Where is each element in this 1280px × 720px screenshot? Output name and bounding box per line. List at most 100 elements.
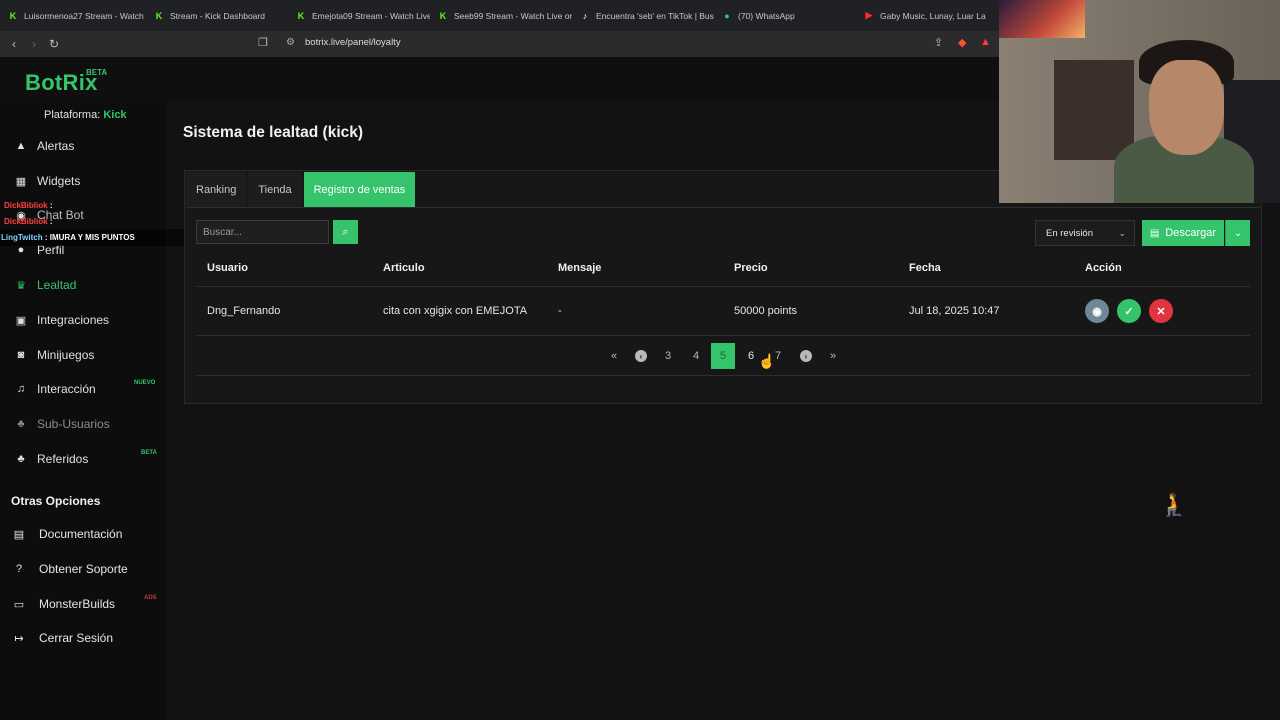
table-row-divider xyxy=(196,335,1250,336)
tab-tienda[interactable]: Tienda xyxy=(248,172,302,208)
option-obtener-soporte[interactable]: ? Obtener Soporte xyxy=(0,554,166,584)
option-monsterbuilds[interactable]: ▭ MonsterBuilds xyxy=(0,589,166,619)
chevron-left-icon: ‹ xyxy=(635,350,647,362)
search-button[interactable]: ⌕ xyxy=(333,220,358,244)
browser-tab[interactable]: ♪ Encuentra 'seb' en TikTok | Bus xyxy=(572,0,714,31)
table-header-divider xyxy=(196,286,1250,287)
cell-fecha: Jul 18, 2025 10:47 xyxy=(909,305,1000,317)
platform-label: Plataforma: Kick xyxy=(44,109,127,121)
webcam-shelf xyxy=(1054,60,1134,160)
reload-icon[interactable]: ↻ xyxy=(44,37,64,51)
question-icon: ? xyxy=(15,563,23,575)
sidebar-item-referidos[interactable]: ♣ Referidos xyxy=(0,444,166,474)
cell-precio: 50000 points xyxy=(734,305,797,317)
search-icon: ⌕ xyxy=(342,225,349,238)
music-icon: ♫ xyxy=(16,383,26,395)
users-icon: ♣ xyxy=(17,453,25,465)
chat-message: LingTwitch : IMURA Y MIS PUNTOS xyxy=(1,233,135,242)
first-page-button[interactable]: « xyxy=(602,343,626,369)
share-icon[interactable]: ⇪ xyxy=(934,36,943,49)
ads-badge: ADS xyxy=(144,595,157,601)
users-icon: ♣ xyxy=(17,418,25,430)
search-input[interactable]: Buscar... xyxy=(196,220,329,244)
double-chevron-right-icon: » xyxy=(829,350,837,362)
cell-articulo: cita con xgigix con EMEJOTA xyxy=(383,305,528,317)
tab-ranking[interactable]: Ranking xyxy=(186,172,247,208)
gamepad-icon: ◙ xyxy=(17,349,25,361)
cell-mensaje: - xyxy=(558,305,562,317)
prev-page-button[interactable]: ‹ xyxy=(629,343,653,369)
webcam-person-face xyxy=(1149,60,1224,155)
beta-badge: BETA xyxy=(141,450,157,456)
eye-icon: ◉ xyxy=(1092,305,1102,318)
youtube-icon: ▶ xyxy=(865,10,873,20)
browser-tab[interactable]: K Stream - Kick Dashboard xyxy=(146,0,288,31)
browser-tab[interactable]: ● (70) WhatsApp xyxy=(714,0,856,31)
sitting-figure-sticker-icon: 🧎 xyxy=(1160,492,1188,517)
logout-icon: ↦ xyxy=(14,632,24,645)
sidebar-item-interaccion[interactable]: ♫ Interacción xyxy=(0,374,166,404)
browser-tab[interactable]: K Seeb99 Stream - Watch Live or xyxy=(430,0,572,31)
new-badge: NUEVO xyxy=(134,380,156,386)
kick-icon: K xyxy=(9,10,17,21)
sidebar-item-sub-usuarios[interactable]: ♣ Sub-Usuarios xyxy=(0,409,166,439)
page-button[interactable]: 4 xyxy=(684,343,708,369)
option-documentacion[interactable]: ▤ Documentación xyxy=(0,519,166,549)
page-button[interactable]: 3 xyxy=(656,343,680,369)
chevron-right-icon: › xyxy=(800,350,812,362)
reject-button[interactable]: ✕ xyxy=(1149,299,1173,323)
column-header-usuario: Usuario xyxy=(207,262,248,274)
bookmark-icon[interactable]: ❐ xyxy=(258,36,268,49)
platform-value: Kick xyxy=(103,109,127,121)
page-button-current[interactable]: 5 xyxy=(711,343,735,369)
content-tabs: Ranking Tienda Registro de ventas xyxy=(186,172,417,208)
page-title: Sistema de lealtad (kick) xyxy=(183,124,364,141)
check-icon: ✓ xyxy=(1124,305,1134,318)
download-options-button[interactable]: ⌄ xyxy=(1225,220,1250,246)
back-icon[interactable]: ‹ xyxy=(4,37,24,51)
sidebar-item-integraciones[interactable]: ▣ Integraciones xyxy=(0,305,166,335)
brave-shield-icon[interactable]: ◆ xyxy=(958,36,966,49)
option-cerrar-sesion[interactable]: ↦ Cerrar Sesión xyxy=(0,623,166,653)
column-header-articulo: Articulo xyxy=(383,262,425,274)
hand-cursor-icon: ☝ xyxy=(758,353,776,369)
download-button[interactable]: ▤ Descargar xyxy=(1142,220,1224,246)
browser-tab[interactable]: K Emejota09 Stream - Watch Live xyxy=(288,0,430,31)
trophy-icon: ♛ xyxy=(16,279,26,292)
tab-registro-de-ventas[interactable]: Registro de ventas xyxy=(303,172,416,208)
sidebar-item-widgets[interactable]: ▦ Widgets xyxy=(0,166,166,196)
close-icon: ✕ xyxy=(1156,305,1166,318)
browser-tab[interactable]: ▶ Gaby Music, Lunay, Luar La xyxy=(856,0,990,31)
forward-icon[interactable]: › xyxy=(24,37,44,51)
pagination-divider xyxy=(196,375,1250,376)
url-field[interactable]: botrix.live/panel/loyalty xyxy=(305,37,401,48)
kick-icon: K xyxy=(439,10,447,21)
sidebar-item-lealtad[interactable]: ♛ Lealtad xyxy=(0,270,166,300)
chat-message: DickBibliok : xyxy=(4,217,53,226)
column-header-accion: Acción xyxy=(1085,262,1122,274)
last-page-button[interactable]: » xyxy=(821,343,845,369)
column-header-fecha: Fecha xyxy=(909,262,941,274)
browser-tab[interactable]: K Luisormenoa27 Stream - Watch xyxy=(0,0,146,31)
view-button[interactable]: ◉ xyxy=(1085,299,1109,323)
cell-usuario: Dng_Fernando xyxy=(207,305,281,317)
chevron-down-icon: ⌄ xyxy=(1118,228,1126,238)
tabs-divider xyxy=(186,207,1260,208)
sidebar-item-minijuegos[interactable]: ◙ Minijuegos xyxy=(0,340,166,370)
other-options-title: Otras Opciones xyxy=(11,494,101,508)
file-icon: ▤ xyxy=(1149,227,1160,239)
plug-icon: ▣ xyxy=(15,314,27,327)
sidebar-item-alertas[interactable]: ▲ Alertas xyxy=(0,131,166,161)
alert-triangle-icon[interactable]: ▲ xyxy=(980,36,991,48)
webcam-screen xyxy=(999,0,1085,38)
approve-button[interactable]: ✓ xyxy=(1117,299,1141,323)
book-icon: ▤ xyxy=(13,528,25,541)
brand-beta-badge: BETA xyxy=(86,68,108,77)
status-filter-select[interactable]: En revisión ⌄ xyxy=(1035,220,1135,246)
webcam-overlay xyxy=(999,0,1280,203)
kick-icon: K xyxy=(155,10,163,21)
next-page-button[interactable]: › xyxy=(794,343,818,369)
chevron-down-icon: ⌄ xyxy=(1233,227,1243,239)
site-info-icon[interactable]: ⚙ xyxy=(286,37,295,48)
double-chevron-left-icon: « xyxy=(610,350,618,362)
